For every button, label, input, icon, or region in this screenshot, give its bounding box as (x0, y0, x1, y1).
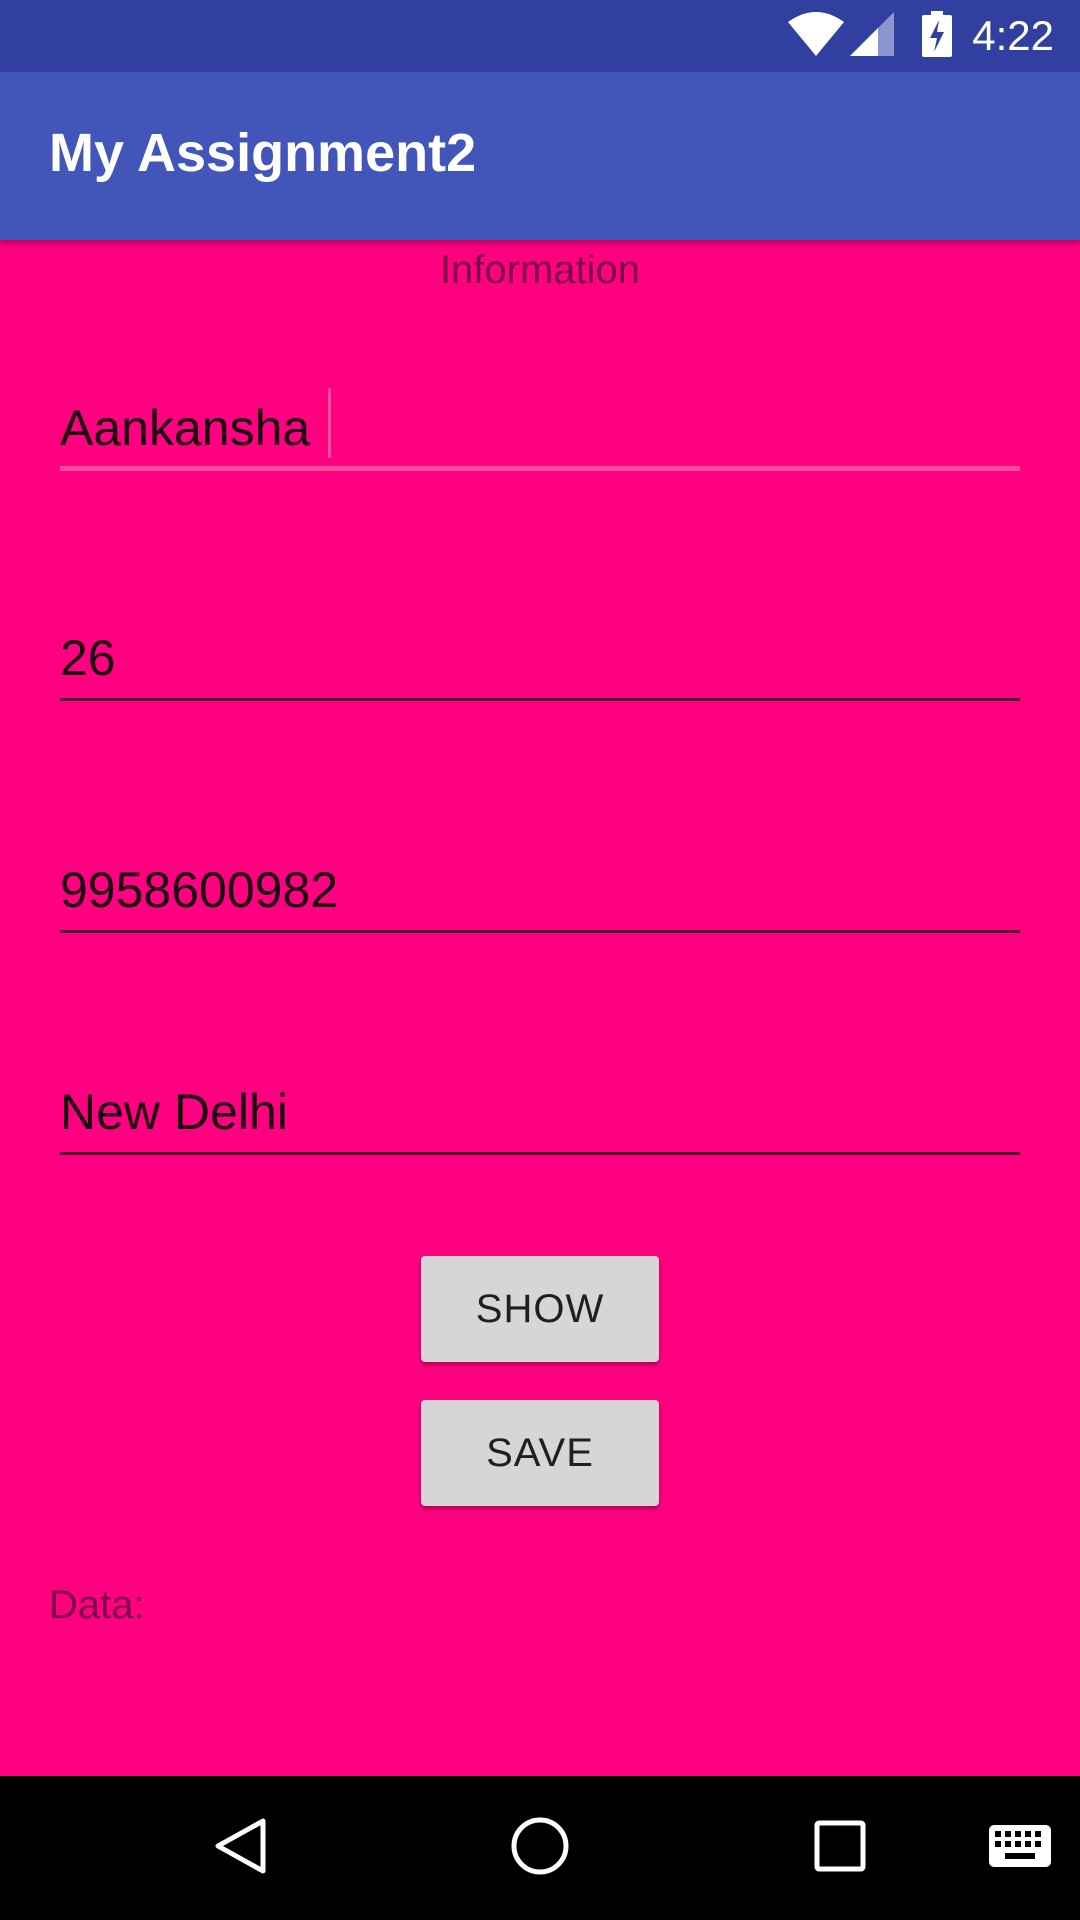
age-field-underline (60, 698, 1020, 701)
status-bar: 4:22 (0, 0, 1080, 72)
app-bar: My Assignment2 (0, 72, 1080, 240)
cell-signal-icon (850, 12, 895, 60)
keyboard-button[interactable] (980, 1776, 1060, 1920)
wifi-icon (788, 12, 845, 60)
recents-button[interactable] (800, 1776, 880, 1920)
home-button[interactable] (500, 1776, 580, 1920)
nav-bar (0, 1776, 1080, 1920)
age-field[interactable] (60, 618, 1020, 698)
name-field-underline (60, 466, 1020, 471)
back-icon (213, 1817, 267, 1879)
recents-icon (814, 1820, 866, 1876)
keyboard-icon (989, 1825, 1051, 1871)
battery-charging-icon (922, 11, 953, 61)
home-icon (510, 1816, 570, 1880)
save-button[interactable]: SAVE (421, 1400, 659, 1506)
name-field[interactable] (60, 388, 1020, 468)
text-cursor (328, 388, 331, 458)
data-label: Data: (49, 1583, 145, 1627)
information-heading: Information (439, 248, 641, 292)
app-title: My Assignment2 (49, 123, 477, 183)
phone-field-underline (60, 930, 1020, 933)
status-icons: 4:22 (788, 0, 1080, 72)
status-time: 4:22 (972, 12, 1054, 59)
city-field-underline (60, 1152, 1020, 1155)
phone-field[interactable] (60, 850, 1020, 930)
show-button[interactable]: SHOW (421, 1256, 659, 1362)
city-field[interactable] (60, 1072, 1020, 1152)
back-button[interactable] (200, 1776, 280, 1920)
